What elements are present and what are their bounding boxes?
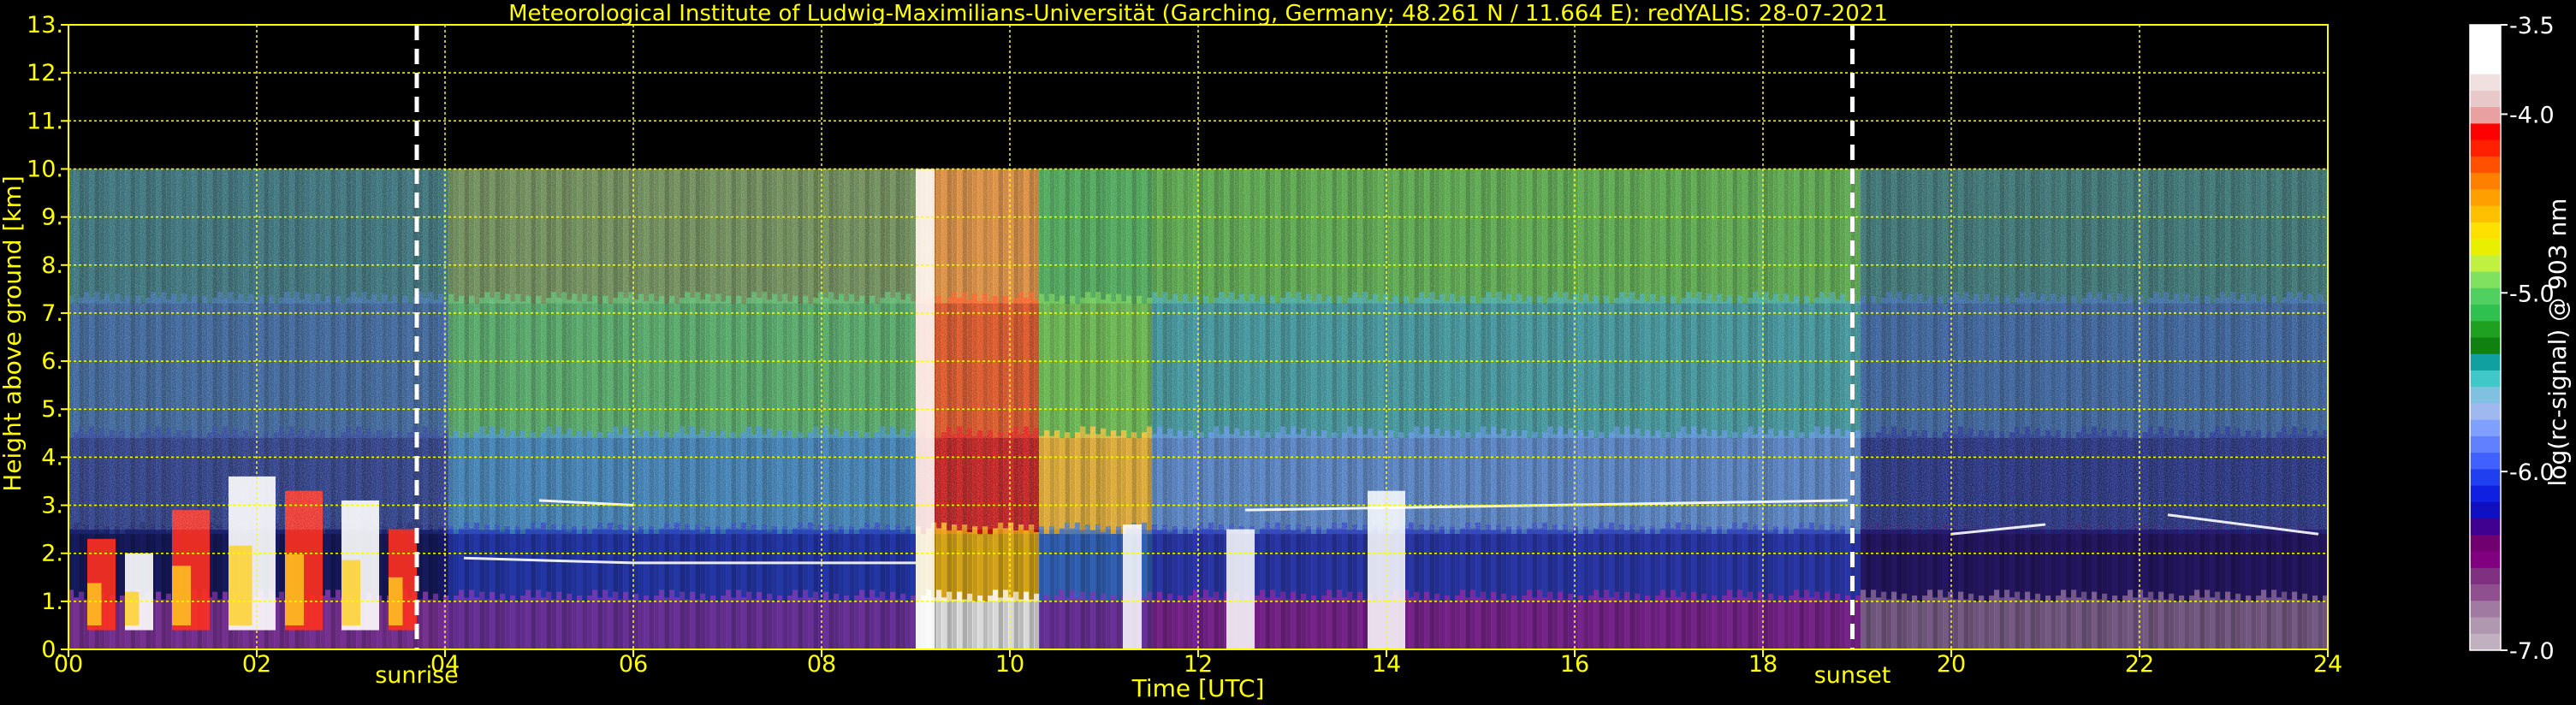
colorbar: -3.5-4.0-5.0-6.0-7.0 bbox=[2469, 13, 2555, 665]
y-tick-label: 8. bbox=[41, 252, 63, 279]
y-tick-label: 6. bbox=[41, 348, 63, 375]
x-tick-label: 10 bbox=[995, 651, 1024, 678]
y-tick-label: 10. bbox=[27, 156, 63, 182]
colorbar-tick-label: -3.5 bbox=[2509, 13, 2555, 39]
colorbar-tick-label: -4.0 bbox=[2509, 102, 2555, 128]
sunset-label: sunset bbox=[1814, 662, 1891, 689]
x-tick-label: 22 bbox=[2125, 651, 2154, 678]
y-tick-label: 11. bbox=[27, 108, 63, 134]
x-tick-label: 04 bbox=[430, 651, 460, 678]
y-tick-label: 12. bbox=[27, 60, 63, 86]
chart-title: Meteorological Institute of Ludwig-Maxim… bbox=[508, 1, 1888, 27]
y-tick-label: 5. bbox=[41, 396, 63, 423]
colorbar-tick-label: -7.0 bbox=[2509, 638, 2555, 665]
x-tick-label: 02 bbox=[242, 651, 271, 678]
y-tick-label: 3. bbox=[41, 493, 63, 519]
y-axis-label: Height above ground [km] bbox=[0, 175, 27, 492]
x-axis-label: Time [UTC] bbox=[1131, 674, 1265, 702]
y-tick-label: 0. bbox=[41, 637, 63, 663]
y-tick-label: 7. bbox=[41, 300, 63, 327]
x-tick-label: 06 bbox=[619, 651, 648, 678]
x-tick-label: 24 bbox=[2313, 651, 2342, 678]
y-tick-label: 1. bbox=[41, 589, 63, 615]
colorbar-label: log(rc-signal) @ 903 nm bbox=[2543, 198, 2572, 487]
x-tick-label: 18 bbox=[1748, 651, 1778, 678]
y-tick-label: 4. bbox=[41, 444, 63, 471]
lidar-chart: sunrise sunset00 02 04 06 08 10 12 14 16 18 20 22 240… bbox=[0, 1, 2572, 702]
y-tick-label: 2. bbox=[41, 541, 63, 567]
x-tick-label: 20 bbox=[1937, 651, 1966, 678]
y-tick-label: 13. bbox=[27, 12, 63, 39]
x-tick-label: 08 bbox=[807, 651, 836, 678]
x-tick-label: 16 bbox=[1560, 651, 1589, 678]
y-tick-label: 9. bbox=[41, 204, 63, 231]
x-tick-label: 14 bbox=[1372, 651, 1401, 678]
